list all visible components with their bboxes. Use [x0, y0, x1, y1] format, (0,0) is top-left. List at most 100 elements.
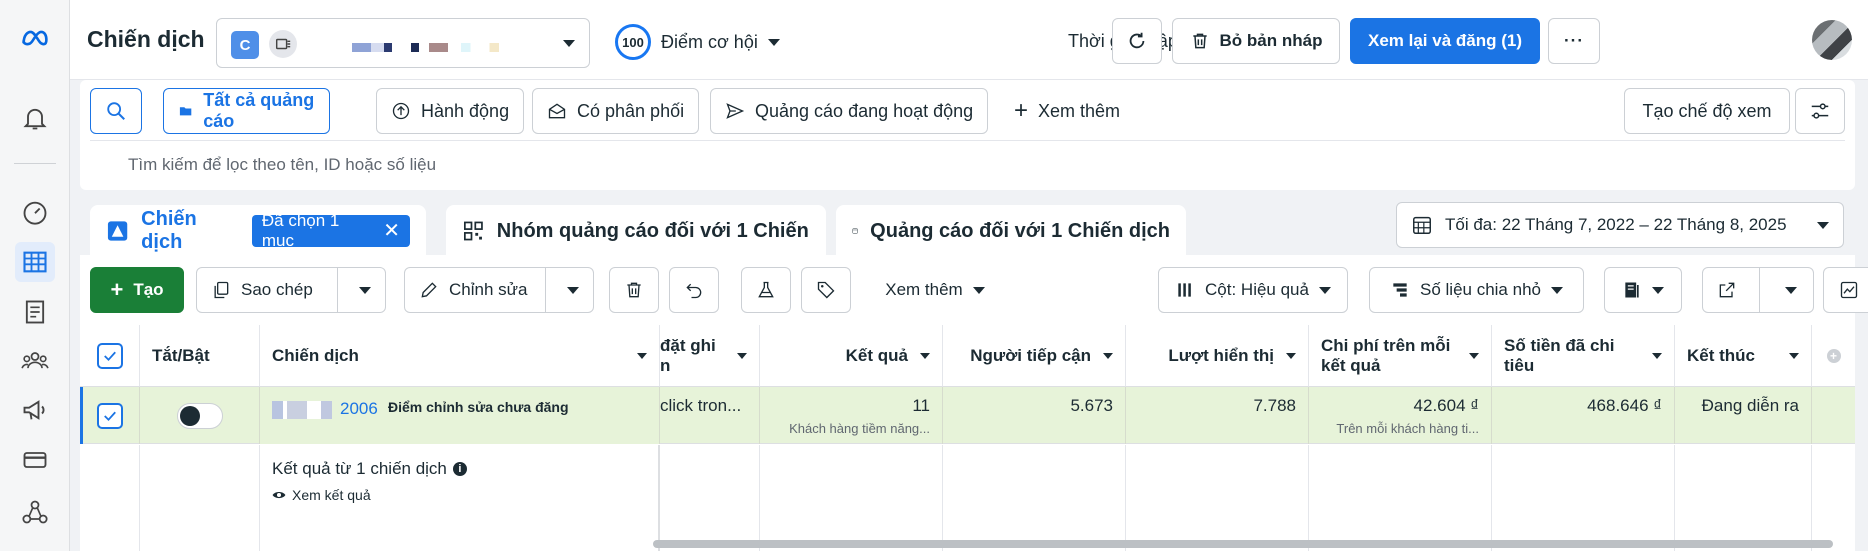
breakdown-button[interactable]: Số liệu chia nhỏ	[1369, 267, 1584, 313]
billing-card-icon[interactable]	[15, 440, 55, 480]
toggle-header-label: Tắt/Bật	[152, 345, 210, 365]
row-campaign-cell[interactable]: 2006 Điểm chỉnh sửa chưa đăng	[260, 387, 660, 444]
audiences-people-icon[interactable]	[15, 340, 55, 380]
refresh-button[interactable]	[1112, 18, 1162, 64]
impressions-value: 7.788	[1253, 396, 1296, 415]
top-header: Chiến dịch C 100 Điểm cơ hội Thời gian c…	[70, 0, 1868, 80]
megaphone-campaign-icon[interactable]	[15, 390, 55, 430]
goal-header-label: đặt ghi n	[660, 335, 716, 375]
chevron-down-icon[interactable]	[1652, 353, 1662, 359]
chevron-down-icon[interactable]	[359, 287, 371, 294]
account-initial-badge: C	[231, 31, 259, 59]
close-icon[interactable]: ✕	[383, 221, 400, 241]
filter-active-ads[interactable]: Quảng cáo đang hoạt động	[710, 88, 989, 134]
row-spent-cell: 468.646 ₫	[1492, 387, 1675, 444]
ads-manager-table-icon[interactable]	[15, 242, 55, 282]
chevron-down-icon[interactable]	[567, 287, 579, 294]
chevron-down-icon[interactable]	[1789, 353, 1799, 359]
selected-count-chip[interactable]: Đã chọn 1 mục ✕	[251, 211, 410, 250]
avatar[interactable]	[1812, 20, 1852, 60]
plus-icon: +	[110, 277, 124, 302]
meta-logo-icon[interactable]	[15, 18, 55, 58]
search-toggle-button[interactable]	[90, 88, 142, 134]
filter-actions-label: Hành động	[421, 100, 510, 121]
add-column-icon[interactable]: +	[1826, 348, 1841, 363]
ab-test-button[interactable]	[741, 267, 791, 313]
filter-active-ads-label: Quảng cáo đang hoạt động	[755, 100, 974, 121]
chevron-down-icon[interactable]	[920, 353, 930, 359]
row-checkbox[interactable]	[96, 402, 123, 429]
horizontal-scrollbar[interactable]	[653, 540, 1833, 548]
undo-icon	[686, 283, 702, 299]
all-tools-hub-icon[interactable]	[15, 492, 55, 532]
chevron-down-icon	[972, 286, 985, 294]
row-toggle-cell[interactable]	[140, 387, 260, 444]
filter-actions[interactable]: Hành động	[376, 88, 525, 134]
row-goal-cell: click tron...	[660, 387, 760, 444]
column-header-campaign[interactable]: Chiến dịch	[260, 325, 660, 387]
duplicate-button[interactable]: Sao chép	[196, 267, 386, 313]
reports-pages-icon[interactable]	[15, 292, 55, 332]
column-header-reach[interactable]: Người tiếp cận	[943, 325, 1126, 387]
column-header-impressions[interactable]: Lượt hiển thị	[1126, 325, 1309, 387]
add-column-header[interactable]: +	[1812, 325, 1855, 387]
discard-drafts-label: Bỏ bản nháp	[1219, 31, 1323, 50]
column-header-goal[interactable]: đặt ghi n	[660, 325, 760, 387]
column-header-end[interactable]: Kết thúc	[1675, 325, 1812, 387]
create-view-button[interactable]: Tạo chế độ xem	[1624, 88, 1790, 134]
summary-label: Kết quả từ 1 chiến dịch	[272, 459, 447, 478]
review-and-publish-button[interactable]: Xem lại và đăng (1)	[1350, 18, 1540, 64]
delete-button[interactable]	[609, 267, 659, 313]
reports-button[interactable]	[1604, 267, 1682, 313]
charts-button[interactable]	[1823, 267, 1868, 313]
toolbar-see-more-button[interactable]: Xem thêm	[870, 267, 1000, 313]
date-range-picker[interactable]: Tối đa: 22 Tháng 7, 2022 – 22 Tháng 8, 2…	[1396, 202, 1844, 248]
chevron-down-icon[interactable]	[1785, 287, 1797, 294]
dashboard-gauge-icon[interactable]	[15, 192, 55, 232]
select-all-header[interactable]	[80, 325, 140, 387]
tab-ads[interactable]: Quảng cáo đối với 1 Chiến dịch	[836, 205, 1186, 257]
tab-adsets[interactable]: Nhóm quảng cáo đối với 1 Chiến d	[446, 205, 826, 257]
upload-circle-icon	[392, 102, 410, 120]
score-ring: 100	[615, 24, 651, 60]
notifications-bell-icon[interactable]	[15, 98, 55, 138]
discard-drafts-button[interactable]: Bỏ bản nháp	[1172, 18, 1340, 64]
filter-all-ads[interactable]: Tất cả quảng cáo	[163, 88, 330, 134]
campaign-name-link[interactable]: 2006	[340, 399, 378, 419]
campaign-on-off-toggle[interactable]	[176, 402, 223, 429]
chevron-down-icon[interactable]	[1469, 353, 1479, 359]
edit-label: Chỉnh sửa	[449, 280, 528, 299]
filter-settings-button[interactable]	[1795, 88, 1845, 134]
filter-see-more[interactable]: + Xem thêm	[1000, 88, 1135, 134]
tab-campaigns[interactable]: Chiến dịch Đã chọn 1 mục ✕	[90, 205, 426, 257]
account-selector[interactable]: C	[216, 18, 590, 68]
envelope-open-icon	[548, 103, 566, 119]
chevron-down-icon[interactable]	[637, 353, 647, 359]
chevron-down-icon[interactable]	[1103, 353, 1113, 359]
trash-icon	[627, 282, 641, 298]
export-button[interactable]	[1702, 267, 1814, 313]
view-results-link[interactable]: Xem kết quả	[272, 487, 371, 503]
selected-count-label: Đã chọn 1 mục	[261, 211, 340, 250]
select-all-checkbox[interactable]	[96, 342, 123, 369]
edit-button[interactable]: Chỉnh sửa	[404, 267, 594, 313]
summary-cell: Kết quả từ 1 chiến dịch i Xem kết quả	[260, 445, 660, 551]
columns-button[interactable]: Cột: Hiệu quả	[1158, 267, 1348, 313]
chevron-down-icon[interactable]	[737, 353, 747, 359]
row-select-cell[interactable]	[80, 387, 140, 444]
more-options-button[interactable]: ···	[1548, 18, 1600, 64]
chevron-down-icon[interactable]	[1286, 353, 1296, 359]
filter-delivery[interactable]: Có phân phối	[532, 88, 700, 134]
create-button[interactable]: + Tạo	[90, 267, 184, 313]
tag-button[interactable]	[801, 267, 851, 313]
column-header-cost-per-result[interactable]: Chi phí trên mỗi kết quả	[1309, 325, 1492, 387]
info-icon[interactable]: i	[452, 462, 467, 476]
column-header-results[interactable]: Kết quả	[760, 325, 943, 387]
search-input[interactable]: Tìm kiếm để lọc theo tên, ID hoặc số liệ…	[90, 140, 1845, 185]
amount-spent-value: 468.646 ₫	[1587, 396, 1662, 415]
redacted-campaign-name	[272, 401, 332, 419]
undo-button[interactable]	[669, 267, 719, 313]
opportunity-score[interactable]: 100 Điểm cơ hội	[615, 24, 780, 60]
column-header-amount-spent[interactable]: Số tiền đã chi tiêu	[1492, 325, 1675, 387]
ad-account-icon	[269, 30, 297, 58]
